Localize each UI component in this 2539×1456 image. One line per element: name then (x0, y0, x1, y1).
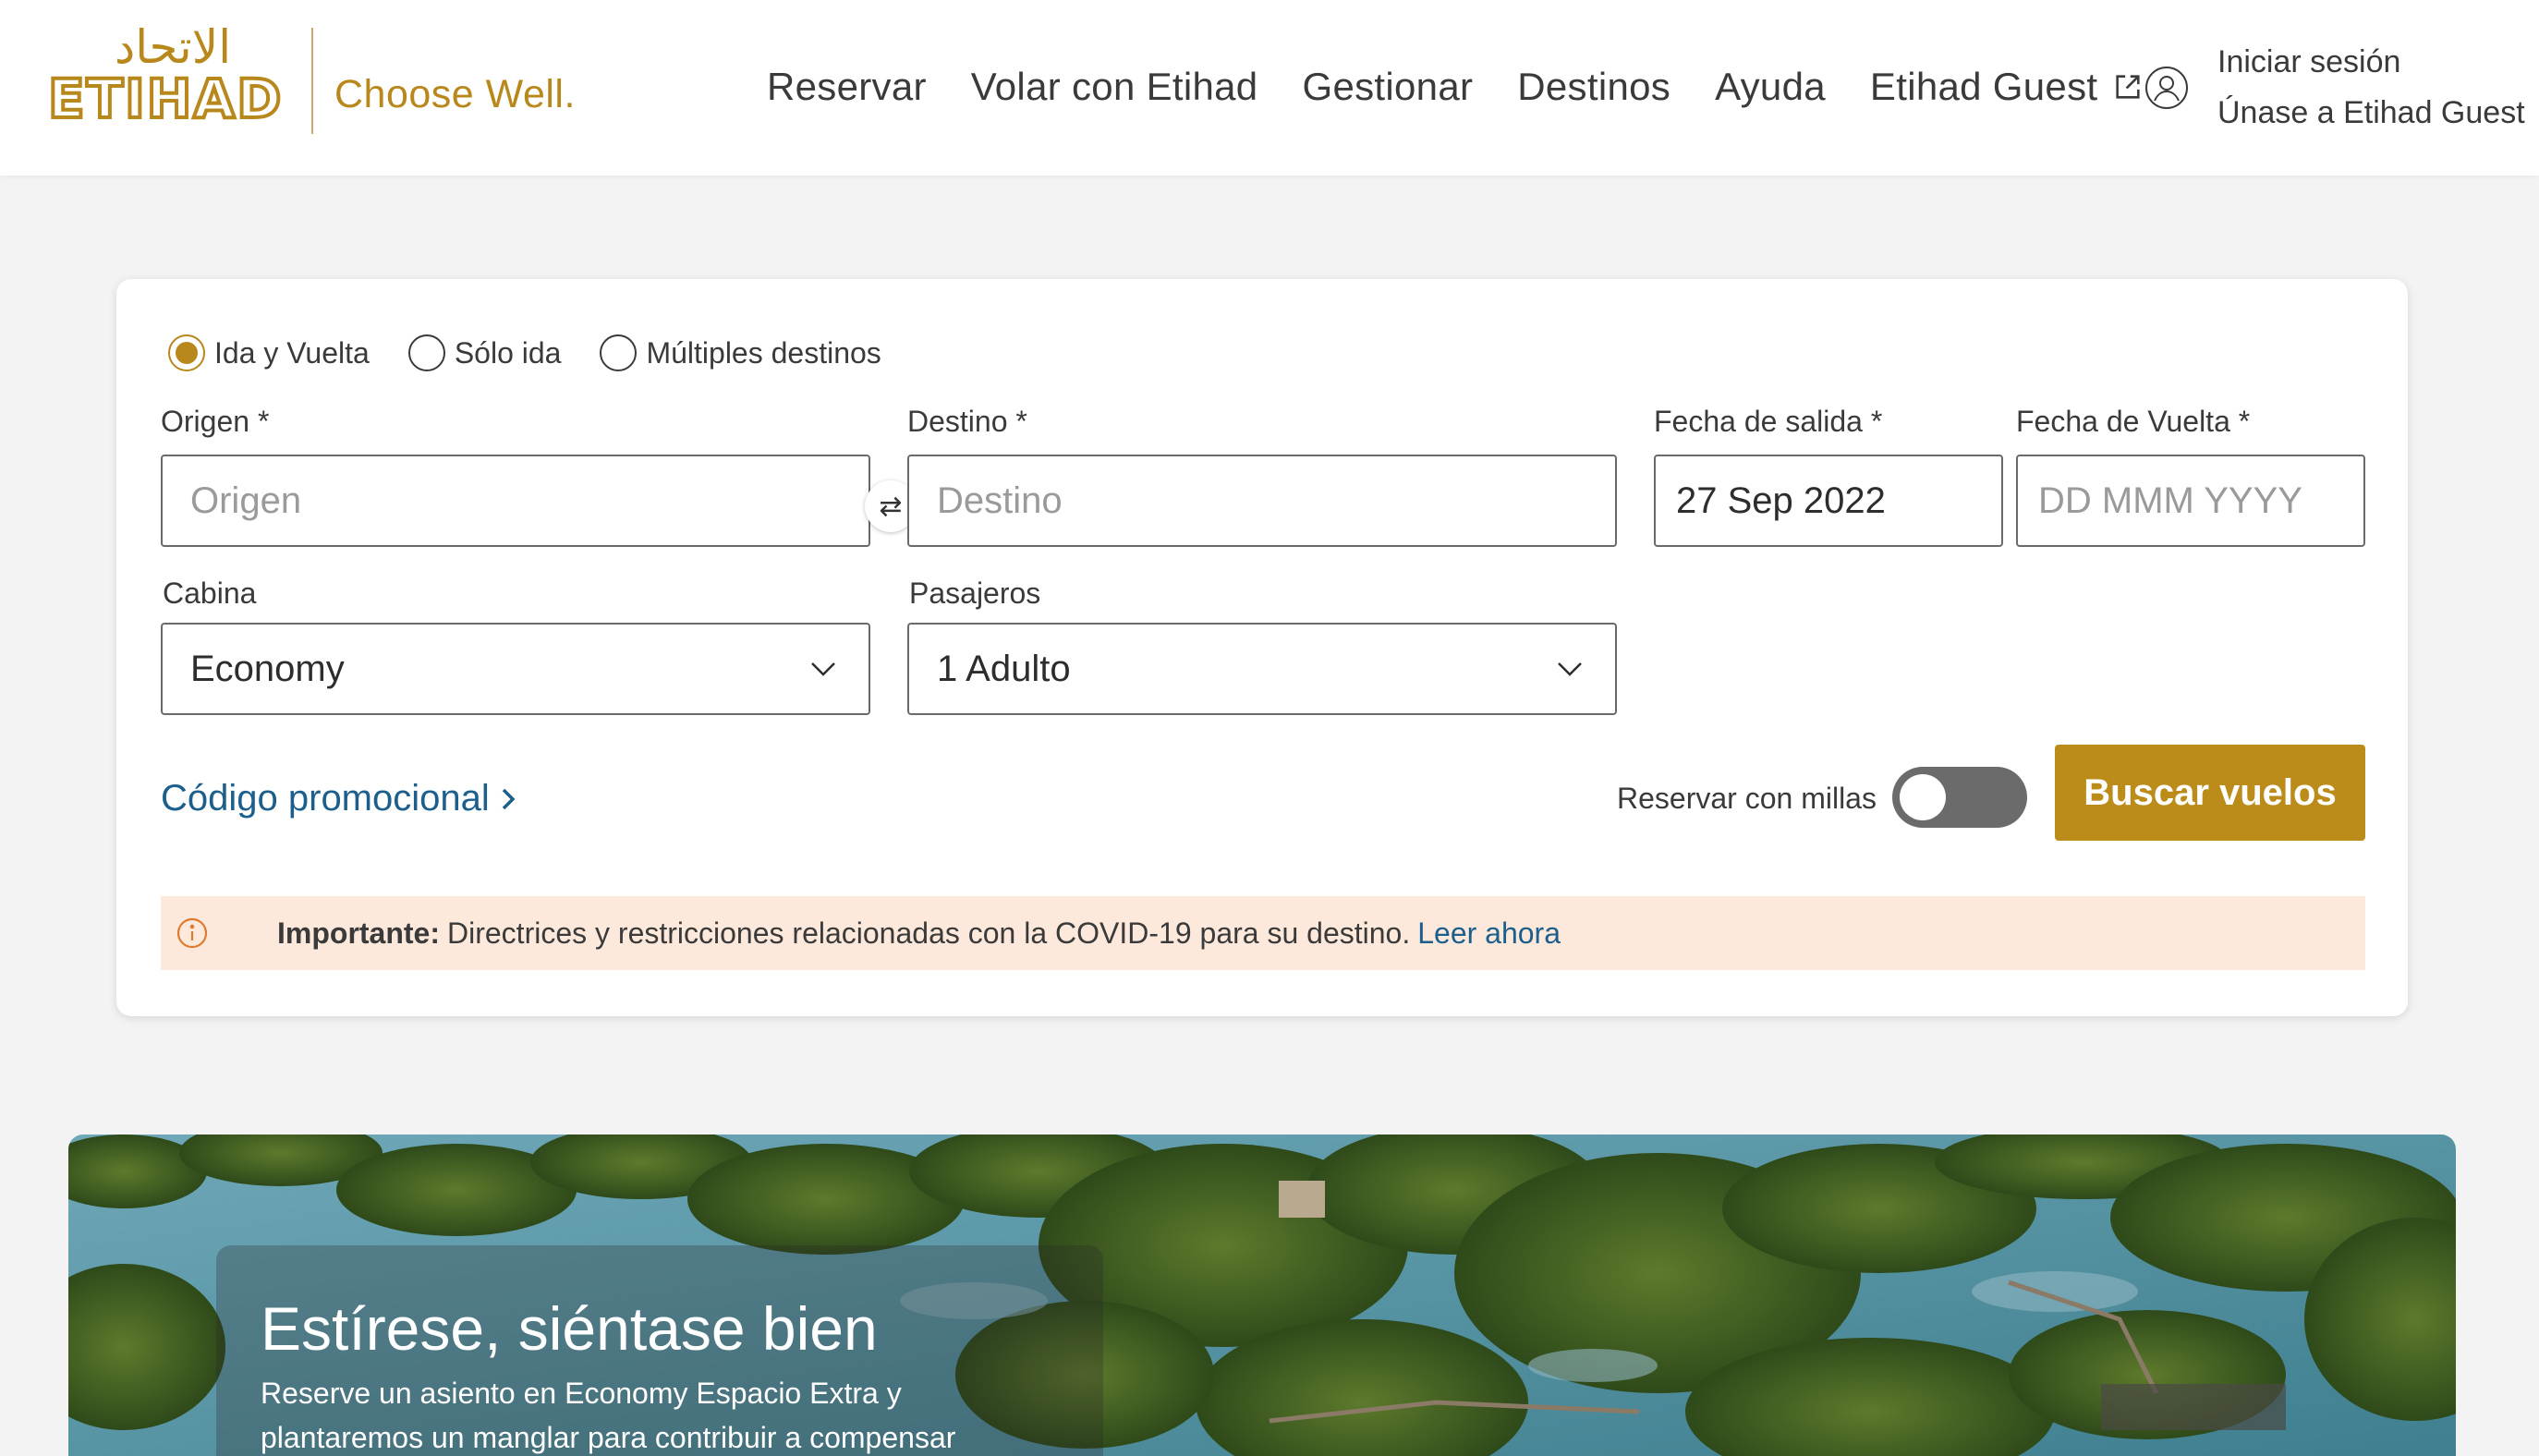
departure-date-field[interactable]: 27 Sep 2022 (1654, 455, 2003, 547)
nav-etihad-guest-label: Etihad Guest (1869, 65, 2098, 108)
origin-field[interactable] (161, 455, 870, 547)
external-link-icon (2116, 75, 2140, 99)
join-guest-link[interactable]: Únase a Etihad Guest (2217, 95, 2525, 131)
user-links: Iniciar sesión Únase a Etihad Guest (2217, 44, 2525, 131)
nav-ayuda[interactable]: Ayuda (1715, 65, 1826, 109)
radio-round-trip[interactable] (168, 334, 205, 371)
trip-multi[interactable]: Múltiples destinos (600, 334, 881, 371)
nav-etihad-guest[interactable]: Etihad Guest (1870, 65, 2144, 109)
info-icon (176, 917, 208, 949)
etihad-logo[interactable]: الاتحاد ETIHAD (48, 20, 298, 131)
toggle-knob (1900, 774, 1946, 820)
sign-in-link[interactable]: Iniciar sesión (2217, 44, 2525, 80)
trip-round-label: Ida y Vuelta (214, 335, 370, 370)
notice-read-link[interactable]: Leer ahora (1417, 916, 1561, 951)
cabin-value: Economy (190, 648, 345, 689)
return-date-field[interactable] (2016, 455, 2365, 547)
chevron-down-icon (1558, 662, 1582, 676)
hero-title: Estírese, siéntase bien (261, 1294, 878, 1363)
nav-destinos[interactable]: Destinos (1517, 65, 1670, 109)
trip-oneway[interactable]: Sólo ida (407, 334, 562, 371)
origin-input[interactable] (190, 479, 869, 522)
cabin-select[interactable]: Economy (161, 623, 870, 715)
promo-code-link[interactable]: Código promocional (161, 778, 517, 819)
radio-one-way[interactable] (407, 334, 445, 371)
nav-volar[interactable]: Volar con Etihad (971, 65, 1258, 109)
trip-type-group: Ida y Vuelta Sólo ida Múltiples destinos (168, 334, 881, 371)
notice-text: Directrices y restricciones relacionadas… (447, 916, 1411, 950)
origin-label: Origen * (161, 405, 270, 438)
search-flights-button[interactable]: Buscar vuelos (2055, 745, 2365, 841)
chevron-right-icon (502, 788, 516, 809)
logo-wordmark-text: ETIHAD (48, 67, 283, 130)
passengers-select[interactable]: 1 Adulto (907, 623, 1617, 715)
logo-wordmark: ETIHAD (48, 67, 283, 131)
promo-code-label: Código promocional (161, 778, 490, 819)
nav-gestionar[interactable]: Gestionar (1302, 65, 1473, 109)
hero-description: Reserve un asiento en Economy Espacio Ex… (261, 1377, 956, 1454)
notice-bold: Importante: (277, 916, 440, 950)
user-icon[interactable] (2144, 65, 2190, 111)
passengers-value: 1 Adulto (937, 648, 1071, 689)
site-header: الاتحاد ETIHAD Choose Well. Reservar Vol… (0, 0, 2539, 176)
cabin-label: Cabina (163, 576, 257, 610)
main-nav: Reservar Volar con Etihad Gestionar Dest… (767, 65, 2188, 109)
hero-banner[interactable]: Estírese, siéntase bien Reserve un asien… (68, 1134, 2456, 1456)
departure-date-value: 27 Sep 2022 (1676, 479, 1886, 521)
logo-divider (311, 28, 313, 134)
trip-round[interactable]: Ida y Vuelta (168, 334, 370, 371)
tagline: Choose Well. (334, 72, 576, 116)
booking-card: Ida y Vuelta Sólo ida Múltiples destinos… (116, 279, 2408, 1016)
passengers-label: Pasajeros (909, 576, 1041, 610)
destination-field[interactable] (907, 455, 1617, 547)
trip-multi-label: Múltiples destinos (646, 335, 881, 370)
destination-label: Destino * (907, 405, 1027, 438)
user-area: Iniciar sesión Únase a Etihad Guest (2144, 44, 2525, 131)
miles-toggle[interactable] (1892, 767, 2027, 828)
nav-reservar[interactable]: Reservar (767, 65, 927, 109)
return-date-input[interactable] (2038, 479, 2363, 522)
destination-input[interactable] (937, 479, 1615, 522)
miles-label: Reservar con millas (1617, 782, 1877, 815)
covid-notice: Importante: Directrices y restricciones … (161, 896, 2365, 970)
departure-label: Fecha de salida * (1654, 405, 1883, 438)
return-label: Fecha de Vuelta * (2016, 405, 2251, 438)
radio-multi-city[interactable] (600, 334, 638, 371)
trip-oneway-label: Sólo ida (454, 335, 562, 370)
chevron-down-icon (811, 662, 835, 676)
